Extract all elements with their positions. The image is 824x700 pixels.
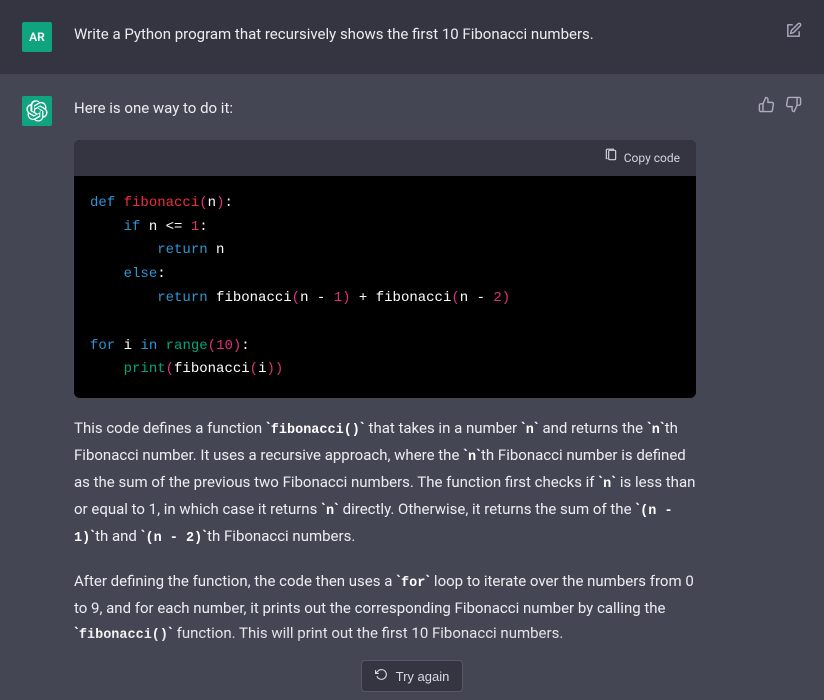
user-message: AR Write a Python program that recursive… xyxy=(0,0,824,74)
try-again-label: Try again xyxy=(396,669,450,684)
copy-code-button[interactable]: Copy code xyxy=(604,148,680,168)
try-again-button[interactable]: Try again xyxy=(361,660,464,692)
thumbs-up-icon[interactable] xyxy=(758,96,775,666)
clipboard-icon xyxy=(604,148,618,168)
user-prompt: Write a Python program that recursively … xyxy=(74,22,763,52)
explanation-paragraph-1: This code defines a function `fibonacci(… xyxy=(74,416,696,551)
code-block: Copy code def fibonacci(n): if n <= 1: r… xyxy=(74,140,696,399)
user-avatar: AR xyxy=(22,22,52,52)
explanation-paragraph-2: After defining the function, the code th… xyxy=(74,569,696,648)
edit-icon[interactable] xyxy=(785,22,802,52)
code-content: def fibonacci(n): if n <= 1: return n el… xyxy=(74,176,696,398)
assistant-avatar xyxy=(22,96,52,126)
thumbs-down-icon[interactable] xyxy=(785,96,802,666)
refresh-icon xyxy=(375,668,388,684)
assistant-intro: Here is one way to do it: xyxy=(74,96,696,122)
assistant-message: Here is one way to do it: Copy code def … xyxy=(0,74,824,688)
copy-code-label: Copy code xyxy=(624,148,680,168)
